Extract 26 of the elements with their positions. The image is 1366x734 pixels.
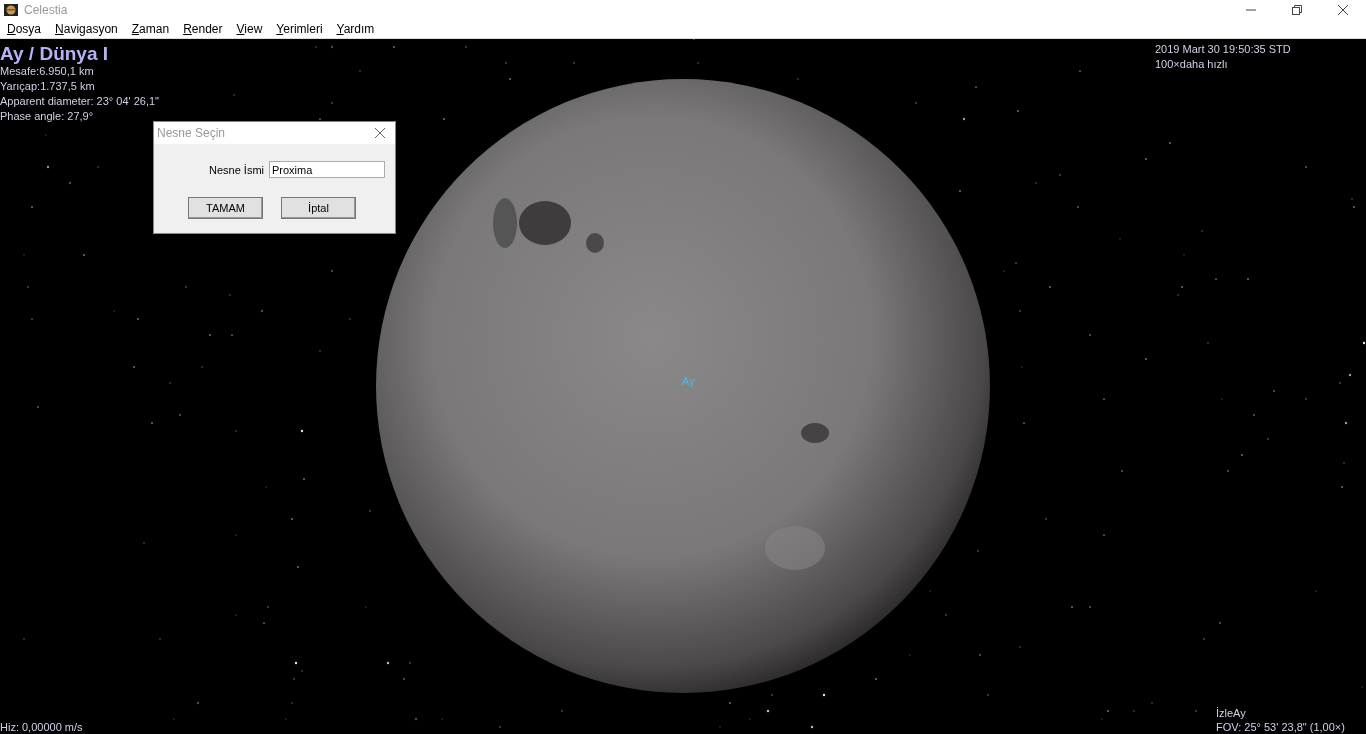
speed-readout: Hiz: 0,00000 m/s xyxy=(0,720,83,734)
window-title: Celestia xyxy=(24,2,69,17)
menu-item[interactable]: Yerimleri xyxy=(269,21,330,36)
app-icon xyxy=(4,3,18,16)
menu-item[interactable]: View xyxy=(229,21,270,36)
menu-item[interactable]: Render xyxy=(176,21,230,36)
info-line: Phase angle: 27,9° xyxy=(0,109,95,124)
info-line: Yarıçap:1.737,5 km xyxy=(0,79,96,94)
object-name: Ay / Dünya I xyxy=(0,44,110,64)
field-label: Nesne İsmi xyxy=(208,163,264,176)
fov-readout: FOV: 25° 53' 23,8" (1,00×) xyxy=(1216,720,1346,734)
menu-item[interactable]: Zaman xyxy=(124,21,177,36)
close-icon[interactable] xyxy=(374,127,386,139)
object-label: Ay xyxy=(682,375,695,387)
ok-button[interactable]: TAMAM xyxy=(188,197,263,219)
menu-item[interactable]: Dosya xyxy=(0,21,49,36)
date-time: 2019 Mart 30 19:50:35 STD xyxy=(1155,42,1292,57)
object-name-field[interactable]: Proxima xyxy=(269,161,385,178)
dialog-title: Nesne Seçin xyxy=(157,126,226,140)
time-rate: 100×daha hızlı xyxy=(1155,57,1229,72)
cancel-button[interactable]: İptal xyxy=(281,197,356,219)
follow-mode: İzleAy xyxy=(1216,706,1247,720)
menu-item[interactable]: Yardım xyxy=(329,21,382,36)
info-line: Mesafe:6.950,1 km xyxy=(0,64,95,79)
menu-item[interactable]: Navigasyon xyxy=(48,21,125,36)
info-line: Apparent diameter: 23° 04' 26,1" xyxy=(0,94,159,109)
